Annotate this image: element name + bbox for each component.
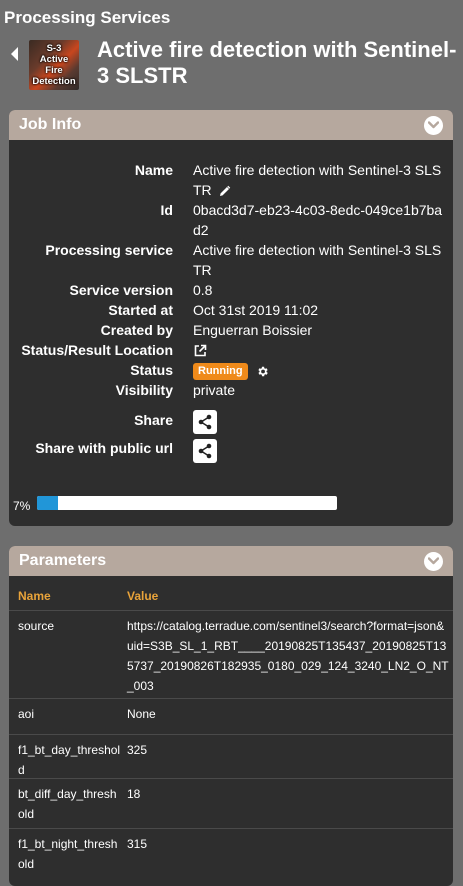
thumbnail-line: S-3	[46, 43, 62, 54]
job-info-panel: Job Info Name Active fire detection with…	[9, 110, 453, 526]
param-value: 315	[127, 837, 148, 851]
share-label: Share	[134, 412, 173, 428]
parameters-header[interactable]: Parameters	[9, 546, 453, 576]
share-icon	[198, 443, 212, 459]
thumbnail-line: Detection	[32, 76, 76, 87]
back-icon	[11, 47, 18, 61]
progress-label: 7%	[13, 499, 31, 513]
id-value: 0bacd3d7-eb23-4c03-8edc-049ce1b7bad2	[193, 202, 443, 238]
status-location-value	[193, 340, 449, 360]
param-name: bt_diff_day_threshold	[18, 787, 117, 821]
started-at-label: Started at	[108, 302, 173, 318]
param-name: f1_bt_night_threshold	[18, 837, 118, 871]
share-button[interactable]	[193, 410, 217, 434]
thumbnail-line: Active	[39, 54, 69, 65]
progress-bar	[37, 496, 337, 510]
id-label: Id	[160, 202, 173, 218]
param-value: https://catalog.terradue.com/sentinel3/s…	[127, 619, 449, 693]
thumbnail-line: Fire	[45, 65, 63, 76]
gear-icon[interactable]	[256, 365, 269, 378]
service-version-label: Service version	[69, 282, 173, 298]
job-info-title: Job Info	[19, 116, 82, 133]
job-info-header[interactable]: Job Info	[9, 110, 453, 140]
status-value: Running	[193, 360, 449, 380]
column-header-value: Value	[127, 589, 159, 603]
share-public-url-button[interactable]	[193, 439, 217, 463]
param-value: 18	[127, 787, 141, 801]
status-location-label: Status/Result Location	[21, 342, 173, 358]
param-name: aoi	[18, 707, 35, 721]
started-at-value: Oct 31st 2019 11:02	[193, 302, 319, 318]
back-button[interactable]	[8, 44, 20, 64]
table-row: f1_bt_night_threshold 315	[9, 828, 453, 879]
visibility-value: private	[193, 382, 236, 398]
chevron-down-icon[interactable]	[424, 551, 443, 571]
share-public-label: Share with public url	[35, 440, 173, 456]
name-value: Active fire detection with Sentinel-3 SL…	[193, 160, 449, 200]
processing-service-value: Active fire detection with Sentinel-3 SL…	[193, 242, 442, 278]
param-value: None	[127, 707, 156, 721]
page-title: Active fire detection with Sentinel-3 SL…	[97, 37, 457, 88]
external-link-icon[interactable]	[193, 344, 207, 358]
service-thumbnail: S-3 Active Fire Detection	[29, 40, 79, 90]
visibility-label: Visibility	[115, 382, 173, 398]
share-icon	[198, 414, 212, 430]
created-by-label: Created by	[100, 322, 173, 338]
table-row: aoi None	[9, 698, 453, 735]
table-row: source https://catalog.terradue.com/sent…	[9, 610, 453, 699]
param-name: f1_bt_day_threshold	[18, 743, 121, 777]
progress-fill	[37, 496, 58, 510]
param-name: source	[18, 619, 55, 633]
column-header-name: Name	[18, 589, 51, 603]
param-value: 325	[127, 743, 148, 757]
app-title: Processing Services	[4, 8, 171, 27]
status-label: Status	[130, 362, 173, 378]
edit-icon[interactable]	[218, 185, 231, 198]
service-version-value: 0.8	[193, 282, 213, 298]
processing-service-label: Processing service	[45, 242, 173, 258]
parameters-panel: Parameters Name Value source https://cat…	[9, 546, 453, 886]
parameters-title: Parameters	[19, 552, 107, 569]
status-badge: Running	[193, 362, 248, 380]
table-row: f1_bt_day_threshold 325	[9, 734, 453, 779]
table-row: bt_diff_day_threshold 18	[9, 778, 453, 829]
name-label: Name	[134, 162, 173, 178]
chevron-down-icon[interactable]	[424, 115, 443, 135]
created-by-value: Enguerran Boissier	[193, 322, 313, 338]
